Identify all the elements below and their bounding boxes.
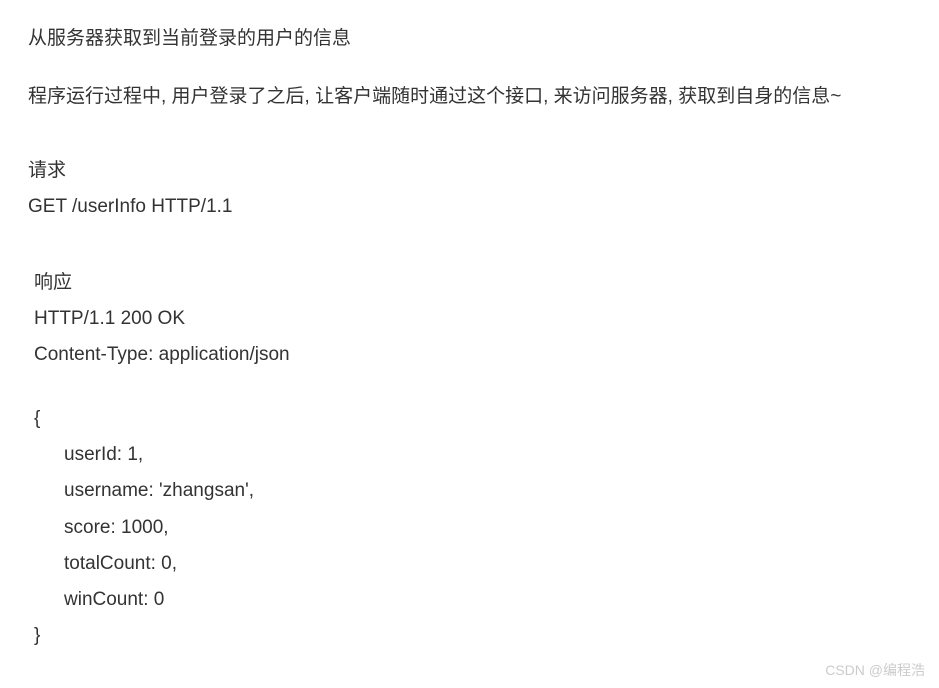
response-content-type: Content-Type: application/json bbox=[34, 337, 911, 373]
response-section: 响应 HTTP/1.1 200 OK Content-Type: applica… bbox=[28, 265, 911, 373]
request-label: 请求 bbox=[28, 153, 911, 189]
response-label: 响应 bbox=[34, 265, 911, 301]
document-title: 从服务器获取到当前登录的用户的信息 bbox=[28, 24, 911, 54]
watermark: CSDN @编程浩 bbox=[825, 660, 925, 680]
json-field: username: 'zhangsan', bbox=[34, 473, 911, 509]
json-field: winCount: 0 bbox=[34, 582, 911, 618]
request-section: 请求 GET /userInfo HTTP/1.1 bbox=[28, 153, 911, 225]
json-open-brace: { bbox=[34, 401, 911, 437]
document-description: 程序运行过程中, 用户登录了之后, 让客户端随时通过这个接口, 来访问服务器, … bbox=[28, 82, 911, 112]
json-field: userId: 1, bbox=[34, 437, 911, 473]
response-status-line: HTTP/1.1 200 OK bbox=[34, 301, 911, 337]
json-field: totalCount: 0, bbox=[34, 546, 911, 582]
request-line: GET /userInfo HTTP/1.1 bbox=[28, 189, 911, 225]
response-body: { userId: 1, username: 'zhangsan', score… bbox=[28, 401, 911, 654]
json-field: score: 1000, bbox=[34, 510, 911, 546]
json-close-brace: } bbox=[34, 618, 911, 654]
